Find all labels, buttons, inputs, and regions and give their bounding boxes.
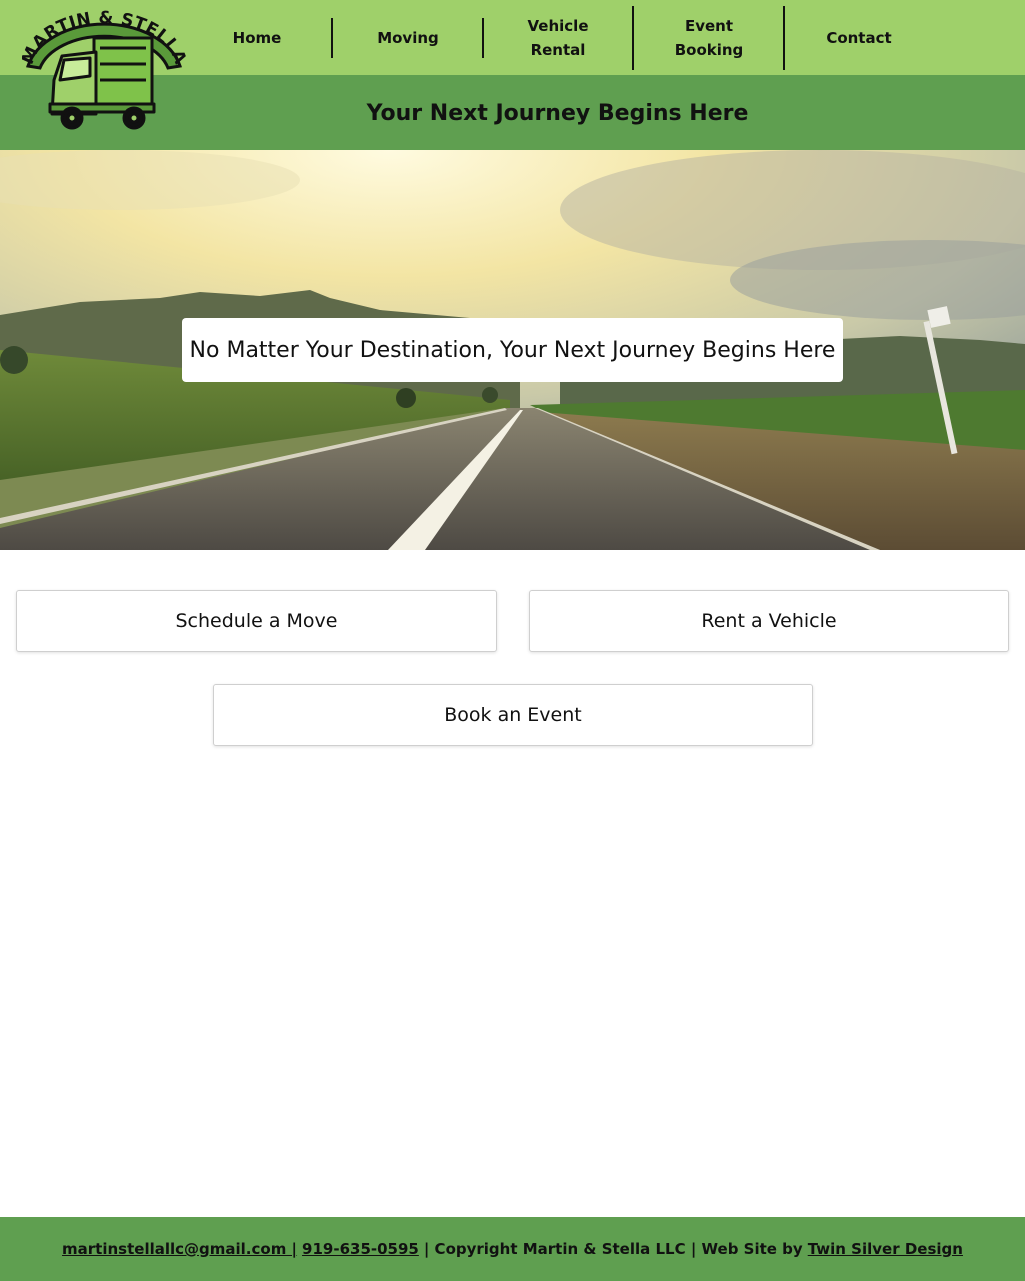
rent-vehicle-button[interactable]: Rent a Vehicle xyxy=(529,590,1009,652)
designer-link[interactable]: Twin Silver Design xyxy=(808,1240,963,1258)
nav-contact[interactable]: Contact xyxy=(784,0,934,75)
nav-vehicle-rental-label: Vehicle Rental xyxy=(527,16,589,59)
email-link[interactable]: martinstellallc@gmail.com | xyxy=(62,1240,297,1258)
schedule-move-button[interactable]: Schedule a Move xyxy=(16,590,497,652)
hero-banner: No Matter Your Destination, Your Next Jo… xyxy=(182,318,843,382)
nav-contact-label: Contact xyxy=(826,28,892,47)
nav-event-booking-label: Event Booking xyxy=(674,16,744,59)
nav-event-booking[interactable]: Event Booking xyxy=(634,0,784,75)
book-event-label: Book an Event xyxy=(444,704,582,726)
book-event-button[interactable]: Book an Event xyxy=(213,684,813,746)
truck-icon: MARTIN & STELLA xyxy=(18,8,190,130)
rent-vehicle-label: Rent a Vehicle xyxy=(701,610,837,632)
hero-section: No Matter Your Destination, Your Next Jo… xyxy=(0,150,1025,550)
nav-vehicle-rental[interactable]: Vehicle Rental xyxy=(483,0,633,75)
copyright-text: | Copyright Martin & Stella LLC | Web Si… xyxy=(423,1240,803,1258)
page-title: Your Next Journey Begins Here xyxy=(366,101,749,126)
nav-home[interactable]: Home xyxy=(182,0,332,75)
site-footer: martinstellallc@gmail.com | 919-635-0595… xyxy=(0,1217,1025,1281)
site-logo[interactable]: MARTIN & STELLA xyxy=(18,8,190,140)
phone-link[interactable]: 919-635-0595 xyxy=(302,1240,419,1258)
hero-banner-text: No Matter Your Destination, Your Next Jo… xyxy=(189,337,836,363)
nav-moving-label: Moving xyxy=(377,28,439,47)
nav-home-label: Home xyxy=(232,28,282,47)
schedule-move-label: Schedule a Move xyxy=(175,610,338,632)
nav-moving[interactable]: Moving xyxy=(333,0,483,75)
